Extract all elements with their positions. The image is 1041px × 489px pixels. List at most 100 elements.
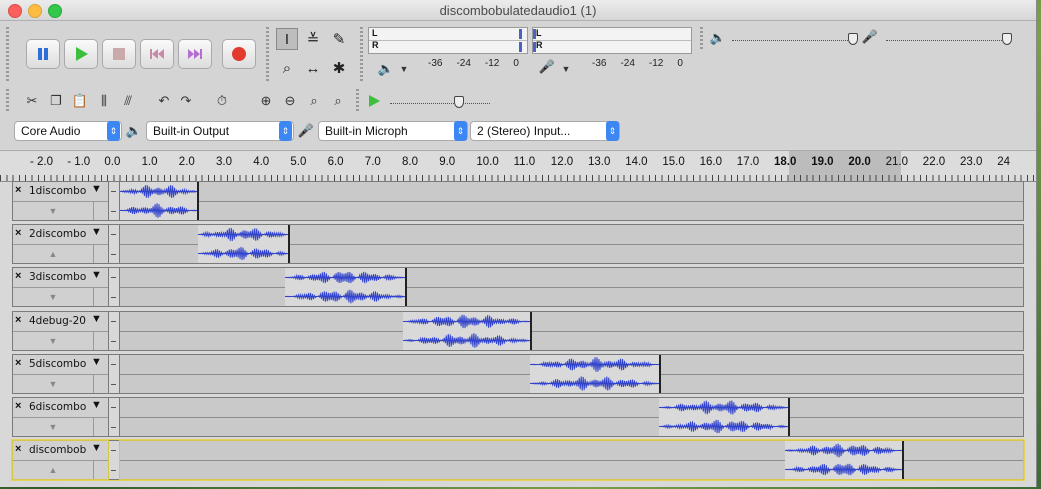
audio-host-select[interactable]: Core Audio xyxy=(14,121,122,141)
track-name-row[interactable]: × 5discombo ▼ xyxy=(13,355,108,375)
chevron-down-icon[interactable]: ▼ xyxy=(556,59,576,79)
track-name-row[interactable]: × 2discombo ▼ xyxy=(13,225,108,245)
playback-meter[interactable]: L R xyxy=(532,27,692,54)
track-name[interactable]: 3discombo xyxy=(29,271,86,283)
microphone-icon[interactable]: 🎤 xyxy=(537,57,557,77)
mixer-toolbar-grip[interactable] xyxy=(700,27,703,51)
track-waveform-area[interactable] xyxy=(119,181,1024,221)
close-icon[interactable]: × xyxy=(15,400,21,412)
track-name-row[interactable]: × 3discombo ▼ xyxy=(13,268,108,288)
draw-tool[interactable]: ✎ xyxy=(328,28,350,50)
timeline-ruler[interactable]: - 2.0 - 1.0 0.0 1.0 2.0 3.0 4.0 5.0 6.0 7.0 8.0 9.0… xyxy=(0,150,1036,182)
track-name-row[interactable]: × 1discombo ▼ xyxy=(13,182,108,202)
audio-clip[interactable] xyxy=(403,312,532,350)
track-collapse-button[interactable]: ▲ xyxy=(13,461,94,479)
record-meter[interactable]: L R xyxy=(368,27,528,54)
chevron-down-icon[interactable]: ▼ xyxy=(91,183,102,195)
output-volume-knob[interactable] xyxy=(848,33,858,45)
track-collapse-button[interactable]: ▼ xyxy=(13,332,94,350)
track-control-panel[interactable]: × 4debug-20 ▼ ▼ xyxy=(12,311,109,351)
track-name[interactable]: discombob xyxy=(29,444,86,456)
trim-icon[interactable]: ⫼ xyxy=(94,91,114,111)
track-collapse-button[interactable]: ▲ xyxy=(13,245,94,263)
audio-track[interactable]: × discombob ▼ ▲ xyxy=(11,439,1025,481)
track-waveform-area[interactable] xyxy=(119,397,1024,437)
zoom-in-icon[interactable]: ⊕ xyxy=(256,91,276,111)
close-icon[interactable]: × xyxy=(15,357,21,369)
track-waveform-area[interactable] xyxy=(119,440,1024,480)
fit-project-icon[interactable]: ⌕ xyxy=(328,91,348,111)
track-control-panel[interactable]: × 2discombo ▼ ▲ xyxy=(12,224,109,264)
close-icon[interactable]: × xyxy=(15,270,21,282)
paste-icon[interactable]: 📋 xyxy=(70,91,90,111)
track-collapse-button[interactable]: ▼ xyxy=(13,375,94,393)
chevron-updown-icon[interactable]: ⇕ xyxy=(279,121,292,141)
chevron-down-icon[interactable]: ▼ xyxy=(91,442,102,454)
undo-icon[interactable]: ↶ xyxy=(154,91,174,111)
chevron-down-icon[interactable]: ▼ xyxy=(394,59,414,79)
track-control-panel[interactable]: × discombob ▼ ▲ xyxy=(12,440,109,480)
stop-button[interactable] xyxy=(102,39,136,69)
record-button[interactable] xyxy=(222,39,256,69)
edit-toolbar-grip[interactable] xyxy=(6,89,9,113)
chevron-down-icon[interactable]: ▼ xyxy=(91,356,102,368)
track-control-panel[interactable]: × 3discombo ▼ ▼ xyxy=(12,267,109,307)
silence-icon[interactable]: ⫻ xyxy=(118,91,138,111)
close-icon[interactable]: × xyxy=(15,184,21,196)
play-at-speed-grip[interactable] xyxy=(356,89,359,113)
audio-clip[interactable] xyxy=(285,268,407,306)
redo-icon[interactable]: ↷ xyxy=(176,91,196,111)
track-name[interactable]: 5discombo xyxy=(29,358,86,370)
track-waveform-area[interactable] xyxy=(119,354,1024,394)
track-name-row[interactable]: × 4debug-20 ▼ xyxy=(13,312,108,332)
input-channels-select[interactable]: 2 (Stereo) Input... xyxy=(470,121,620,141)
skip-to-end-button[interactable] xyxy=(178,39,212,69)
input-volume-knob[interactable] xyxy=(1002,33,1012,45)
track-name[interactable]: 6discombo xyxy=(29,401,86,413)
chevron-down-icon[interactable]: ▼ xyxy=(91,399,102,411)
chevron-down-icon[interactable]: ▼ xyxy=(91,226,102,238)
track-collapse-button[interactable]: ▼ xyxy=(13,202,94,220)
close-icon[interactable]: × xyxy=(15,314,21,326)
audio-track[interactable]: × 4debug-20 ▼ ▼ xyxy=(12,311,1024,351)
playback-speed-knob[interactable] xyxy=(454,96,464,108)
output-volume-slider[interactable] xyxy=(732,40,852,41)
chevron-updown-icon[interactable]: ⇕ xyxy=(454,121,467,141)
copy-icon[interactable]: ❐ xyxy=(46,91,66,111)
audio-clip[interactable] xyxy=(659,398,790,436)
close-icon[interactable]: × xyxy=(15,227,21,239)
multi-tool[interactable]: ✱ xyxy=(328,57,350,79)
track-name[interactable]: 1discombo xyxy=(29,185,86,197)
chevron-down-icon[interactable]: ▼ xyxy=(91,313,102,325)
chevron-down-icon[interactable]: ▼ xyxy=(91,269,102,281)
track-control-panel[interactable]: × 5discombo ▼ ▼ xyxy=(12,354,109,394)
time-shift-tool[interactable]: ↔ xyxy=(302,57,324,79)
audio-track[interactable]: × 5discombo ▼ ▼ xyxy=(12,354,1024,394)
pause-button[interactable] xyxy=(26,39,60,69)
skip-to-start-button[interactable] xyxy=(140,39,174,69)
play-button[interactable] xyxy=(64,39,98,69)
chevron-updown-icon[interactable]: ⇕ xyxy=(606,121,619,141)
sync-lock-icon[interactable]: ⏱ xyxy=(212,91,232,111)
cut-icon[interactable]: ✂ xyxy=(22,91,42,111)
selection-tool[interactable]: I xyxy=(276,28,298,50)
audio-track[interactable]: × 1discombo ▼ ▼ xyxy=(12,181,1024,221)
input-device-select[interactable]: Built-in Microph xyxy=(318,121,468,141)
input-volume-slider[interactable] xyxy=(886,40,1006,41)
audio-track[interactable]: × 2discombo ▼ ▲ xyxy=(12,224,1024,264)
track-control-panel[interactable]: × 6discombo ▼ ▼ xyxy=(12,397,109,437)
track-name[interactable]: 2discombo xyxy=(29,228,86,240)
playback-speed-slider[interactable] xyxy=(390,103,490,104)
audio-clip[interactable] xyxy=(785,441,904,479)
chevron-updown-icon[interactable]: ⇕ xyxy=(107,121,120,141)
track-waveform-area[interactable] xyxy=(119,224,1024,264)
close-icon[interactable]: × xyxy=(15,443,21,455)
track-collapse-button[interactable]: ▼ xyxy=(13,418,94,436)
track-name-row[interactable]: × 6discombo ▼ xyxy=(13,398,108,418)
track-name-row[interactable]: × discombob ▼ xyxy=(13,441,108,461)
record-meter-grip[interactable] xyxy=(360,27,363,83)
audio-clip[interactable] xyxy=(120,182,199,220)
zoom-out-icon[interactable]: ⊖ xyxy=(280,91,300,111)
track-waveform-area[interactable] xyxy=(119,267,1024,307)
audio-clip[interactable] xyxy=(198,225,290,263)
